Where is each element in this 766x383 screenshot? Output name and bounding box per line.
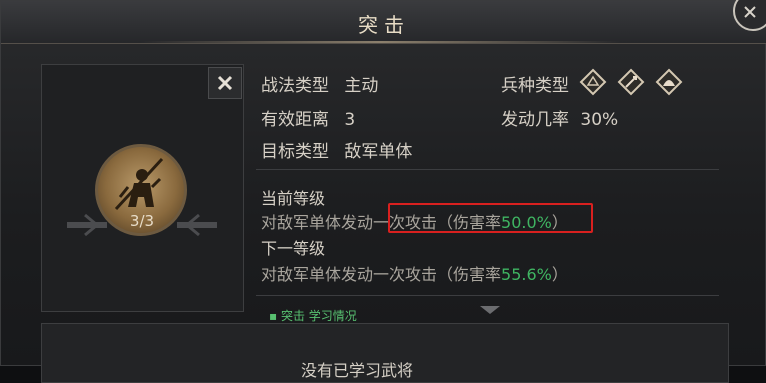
damage-rate-highlight xyxy=(388,203,593,233)
chance-row: 发动几率 30% xyxy=(501,105,618,130)
target-value: 敌军单体 xyxy=(344,142,413,162)
close-icon xyxy=(744,6,756,18)
chance-value: 30% xyxy=(580,110,619,130)
next-level-desc-suffix: ） xyxy=(551,265,568,284)
target-label: 目标类型 xyxy=(261,142,329,162)
range-row: 有效距离 3 xyxy=(261,105,355,130)
next-level-desc-prefix: 对敌军单体发动一次攻击（伤害率 xyxy=(261,265,502,284)
close-icon xyxy=(217,75,233,91)
level-divider xyxy=(256,295,719,296)
chevron-down-icon[interactable] xyxy=(478,304,502,316)
info-divider xyxy=(256,169,719,170)
range-label: 有效距离 xyxy=(261,110,329,130)
archer-icon[interactable] xyxy=(655,68,683,96)
tactic-type-label: 战法类型 xyxy=(261,76,329,96)
skill-dialog: 突击 3/3 战法类型 主动 有效距离 3 目标类型 敌军单体 兵种类型 发动几… xyxy=(0,0,766,383)
tactic-type-row: 战法类型 主动 xyxy=(261,71,378,96)
panel-close-button[interactable] xyxy=(208,67,242,99)
tactic-type-value: 主动 xyxy=(344,76,379,96)
title-divider xyxy=(141,41,621,43)
next-level-desc: 对敌军单体发动一次攻击（伤害率55.6%） xyxy=(261,261,568,285)
dialog-title: 突击 xyxy=(358,13,410,37)
troop-type-label: 兵种类型 xyxy=(501,76,569,96)
troop-icons xyxy=(579,68,683,96)
spear-icon[interactable] xyxy=(617,68,645,96)
no-learned-generals-text: 没有已学习武将 xyxy=(301,361,414,380)
skill-level-badge: 3/3 xyxy=(129,212,155,230)
cavalry-icon[interactable] xyxy=(579,68,607,96)
next-level-title: 下一等级 xyxy=(261,239,326,258)
current-level-title: 当前等级 xyxy=(261,189,326,208)
target-row: 目标类型 敌军单体 xyxy=(261,137,412,162)
next-level-damage-rate: 55.6% xyxy=(501,265,552,284)
chance-label: 发动几率 xyxy=(501,110,569,130)
range-value: 3 xyxy=(344,110,356,130)
learning-status-heading: ▪ 突击 学习情况 xyxy=(269,309,357,323)
